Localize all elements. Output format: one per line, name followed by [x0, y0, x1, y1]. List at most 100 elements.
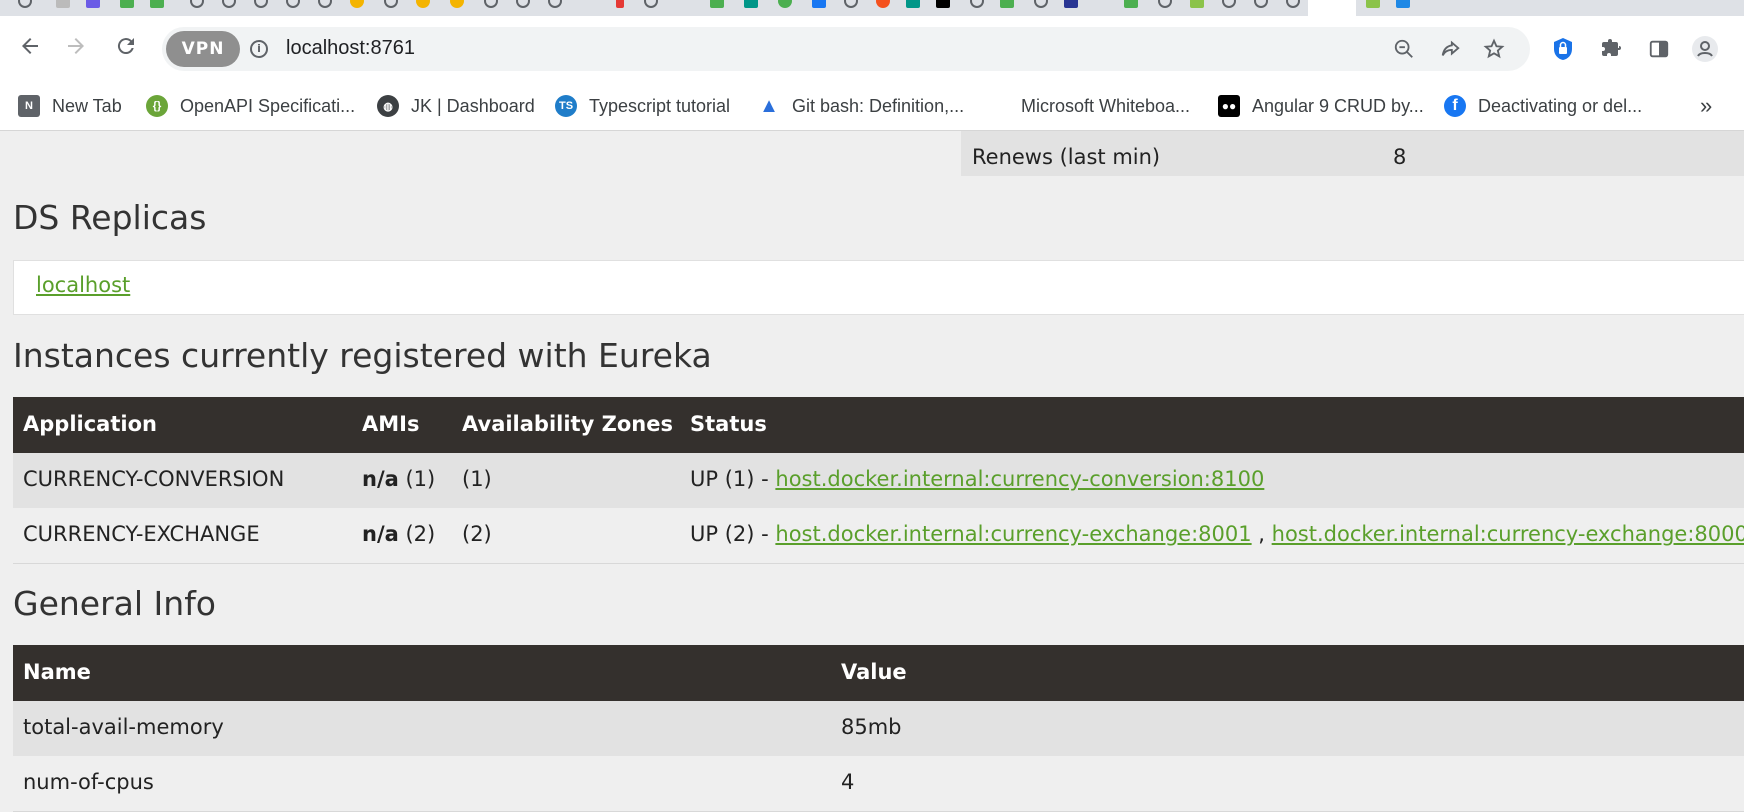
- tab-favicon-icon[interactable]: [1222, 0, 1236, 8]
- tab-favicon-icon[interactable]: [384, 0, 398, 8]
- application-name: CURRENCY-CONVERSION: [23, 467, 285, 491]
- new-tab-icon: N: [18, 95, 40, 117]
- bookmark-label: Typescript tutorial: [589, 95, 731, 116]
- tab-favicon-icon[interactable]: [1286, 0, 1300, 8]
- tab-favicon-icon[interactable]: [1064, 0, 1078, 8]
- column-header-amis: AMIs: [362, 412, 420, 436]
- tab-favicon-icon[interactable]: [1158, 0, 1172, 8]
- bookmarks-overflow-button[interactable]: »: [1700, 92, 1712, 120]
- tab-favicon-icon[interactable]: [778, 0, 792, 8]
- tab-favicon-icon[interactable]: [450, 0, 464, 8]
- site-info-icon[interactable]: i: [250, 40, 268, 58]
- tab-favicon-icon[interactable]: [222, 0, 236, 8]
- tab-favicon-icon[interactable]: [876, 0, 890, 8]
- tab-favicon-icon[interactable]: [516, 0, 530, 8]
- bookmark-microsoft-whiteboard[interactable]: Microsoft Whiteboa...: [987, 92, 1190, 120]
- zoom-out-icon[interactable]: [1390, 35, 1418, 63]
- reload-button[interactable]: [110, 30, 142, 62]
- info-name: total-avail-memory: [23, 715, 224, 739]
- bookmark-label: Deactivating or del...: [1478, 95, 1643, 116]
- tab-favicon-icon[interactable]: [18, 0, 32, 8]
- eureka-page: Renews (last min) 8 DS Replicas localhos…: [0, 131, 1744, 812]
- tab-favicon-icon[interactable]: [1000, 0, 1014, 8]
- amis-count: (2): [405, 522, 436, 546]
- tab-favicon-icon[interactable]: [484, 0, 498, 8]
- link-separator: ,: [1251, 522, 1272, 546]
- bookmark-label: Git bash: Definition,...: [792, 95, 965, 116]
- url-text[interactable]: localhost:8761: [286, 37, 415, 60]
- bookmark-angular-crud[interactable]: ●● Angular 9 CRUD by...: [1218, 92, 1424, 120]
- tab-favicon-icon[interactable]: [56, 0, 70, 8]
- typescript-icon: TS: [555, 95, 577, 117]
- general-info-heading: General Info: [13, 584, 216, 623]
- vpn-button[interactable]: VPN: [166, 31, 240, 67]
- tab-favicon-icon[interactable]: [286, 0, 300, 8]
- forward-button[interactable]: [60, 30, 92, 62]
- tab-favicon-icon[interactable]: [254, 0, 268, 8]
- column-header-name: Name: [23, 660, 91, 684]
- tab-favicon-icon[interactable]: [120, 0, 134, 8]
- tab-favicon-icon[interactable]: [1396, 0, 1410, 8]
- active-tab[interactable]: [1308, 0, 1356, 16]
- tab-favicon-icon[interactable]: [150, 0, 164, 8]
- tab-favicon-icon[interactable]: [1124, 0, 1138, 8]
- instance-link[interactable]: host.docker.internal:currency-conversion…: [775, 467, 1264, 491]
- renews-label: Renews (last min): [972, 145, 1161, 169]
- bookmark-label: JK | Dashboard: [411, 95, 535, 116]
- tab-favicon-icon[interactable]: [318, 0, 332, 8]
- medium-icon: ●●: [1218, 95, 1240, 117]
- tab-favicon-icon[interactable]: [416, 0, 430, 8]
- tab-favicon-icon[interactable]: [86, 0, 100, 8]
- tab-favicon-icon[interactable]: [1254, 0, 1268, 8]
- bookmark-facebook[interactable]: f Deactivating or del...: [1444, 92, 1642, 120]
- profile-avatar-icon[interactable]: [1690, 34, 1720, 64]
- tab-favicon-icon[interactable]: [644, 0, 658, 8]
- tab-favicon-icon[interactable]: [812, 0, 826, 8]
- bookmark-star-icon[interactable]: [1480, 35, 1508, 63]
- facebook-icon: f: [1444, 95, 1466, 117]
- back-arrow-icon: [22, 38, 38, 54]
- back-button[interactable]: [14, 30, 46, 62]
- amis-count: (1): [405, 467, 436, 491]
- tab-favicon-icon[interactable]: [548, 0, 562, 8]
- bookmark-typescript[interactable]: TS Typescript tutorial: [555, 92, 730, 120]
- share-icon[interactable]: [1436, 35, 1464, 63]
- bookmark-jk-dashboard[interactable]: ◍ JK | Dashboard: [377, 92, 535, 120]
- tab-favicon-icon[interactable]: [1034, 0, 1048, 8]
- instance-link[interactable]: host.docker.internal:currency-exchange:8…: [1272, 522, 1744, 546]
- bookmark-label: OpenAPI Specificati...: [180, 95, 356, 116]
- tab-favicon-icon[interactable]: [936, 0, 950, 8]
- info-value: 4: [841, 770, 855, 794]
- amis-cell: n/a (1): [362, 467, 435, 491]
- general-info-table-header: Name Value: [13, 645, 1744, 701]
- instances-heading: Instances currently registered with Eure…: [13, 336, 712, 375]
- password-manager-icon[interactable]: [1548, 34, 1578, 64]
- tab-favicon-icon[interactable]: [190, 0, 204, 8]
- tab-favicon-icon[interactable]: [906, 0, 920, 8]
- replica-link[interactable]: localhost: [36, 273, 130, 297]
- tab-favicon-icon[interactable]: [350, 0, 364, 8]
- tab-favicon-icon[interactable]: [616, 0, 624, 8]
- tab-favicon-icon[interactable]: [710, 0, 724, 8]
- instance-link[interactable]: host.docker.internal:currency-exchange:8…: [775, 522, 1251, 546]
- bookmark-new-tab[interactable]: N New Tab: [18, 92, 122, 120]
- globe-icon: ◍: [377, 95, 399, 117]
- amis-value: n/a: [362, 467, 399, 491]
- tab-strip: [0, 0, 1744, 16]
- instances-table-header: Application AMIs Availability Zones Stat…: [13, 397, 1744, 453]
- tab-favicon-icon[interactable]: [1190, 0, 1204, 8]
- forward-arrow-icon: [68, 38, 84, 54]
- bookmark-openapi[interactable]: {} OpenAPI Specificati...: [146, 92, 355, 120]
- address-bar[interactable]: VPN i localhost:8761: [162, 27, 1530, 71]
- tab-favicon-icon[interactable]: [744, 0, 758, 8]
- tab-favicon-icon[interactable]: [844, 0, 858, 8]
- tab-favicon-icon[interactable]: [970, 0, 984, 8]
- side-panel-icon[interactable]: [1644, 34, 1674, 64]
- vpn-label: VPN: [181, 39, 225, 59]
- tab-favicon-icon[interactable]: [1366, 0, 1380, 8]
- status-cell: UP (1) - host.docker.internal:currency-c…: [690, 467, 1264, 491]
- ds-replicas-heading: DS Replicas: [13, 198, 207, 237]
- extensions-puzzle-icon[interactable]: [1596, 34, 1626, 64]
- bookmark-label: New Tab: [52, 95, 122, 116]
- bookmark-git-bash[interactable]: ▲ Git bash: Definition,...: [758, 92, 964, 120]
